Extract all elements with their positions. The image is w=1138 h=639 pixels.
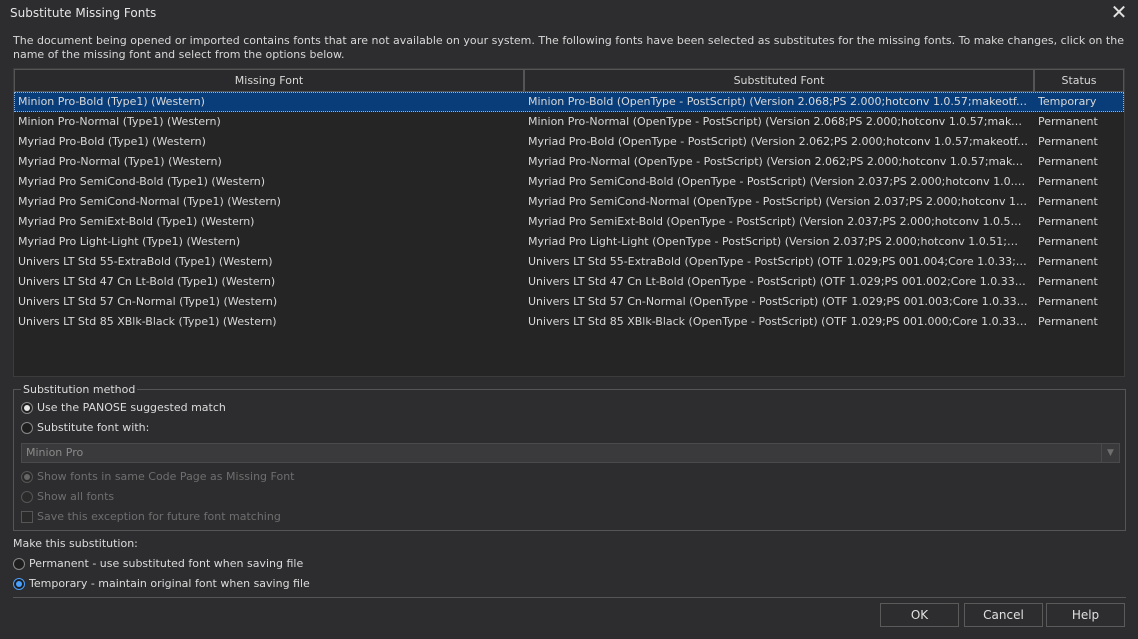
font-table: Missing Font Substituted Font Status Min…: [13, 68, 1125, 377]
save-exception-checkbox[interactable]: [21, 511, 33, 523]
missing-font-cell: Myriad Pro SemiCond-Normal (Type1) (West…: [18, 195, 281, 208]
table-row[interactable]: Myriad Pro Light-Light (Type1) (Western)…: [14, 232, 1124, 252]
substituted-font-cell: Univers LT Std 47 Cn Lt-Bold (OpenType -…: [528, 275, 1028, 288]
make-substitution-label: Make this substitution:: [13, 537, 138, 550]
substituted-font-cell: Myriad Pro SemiCond-Normal (OpenType - P…: [528, 195, 1028, 208]
table-row[interactable]: Myriad Pro SemiCond-Normal (Type1) (West…: [14, 192, 1124, 212]
missing-font-cell: Univers LT Std 57 Cn-Normal (Type1) (Wes…: [18, 295, 278, 308]
missing-font-cell: Myriad Pro-Normal (Type1) (Western): [18, 155, 222, 168]
table-row[interactable]: Myriad Pro-Bold (Type1) (Western) Myriad …: [14, 132, 1124, 152]
temporary-label: Temporary - maintain original font when …: [29, 577, 310, 590]
substitute-with-label: Substitute font with:: [37, 421, 150, 434]
status-cell: Permanent: [1038, 275, 1098, 288]
missing-font-cell: Univers LT Std 85 XBlk-Black (Type1) (We…: [18, 315, 277, 328]
same-code-page-option[interactable]: Show fonts in same Code Page as Missing …: [21, 469, 295, 485]
substituted-font-cell: Univers LT Std 57 Cn-Normal (OpenType - …: [528, 295, 1028, 308]
substituted-font-cell: Univers LT Std 85 XBlk-Black (OpenType -…: [528, 315, 1028, 328]
substitute-with-radio[interactable]: [21, 422, 33, 434]
table-row[interactable]: Univers LT Std 55-ExtraBold (Type1) (Wes…: [14, 252, 1124, 272]
status-cell: Temporary: [1038, 95, 1097, 108]
all-fonts-radio[interactable]: [21, 491, 33, 503]
save-exception-label: Save this exception for future font matc…: [37, 510, 281, 523]
status-cell: Permanent: [1038, 175, 1098, 188]
permanent-radio[interactable]: [13, 558, 25, 570]
missing-font-cell: Myriad Pro SemiCond-Bold (Type1) (Wester…: [18, 175, 266, 188]
status-cell: Permanent: [1038, 215, 1098, 228]
column-header-status[interactable]: Status: [1034, 69, 1124, 92]
divider: [13, 597, 1126, 598]
status-cell: Permanent: [1038, 315, 1098, 328]
missing-font-cell: Myriad Pro SemiExt-Bold (Type1) (Western…: [18, 215, 255, 228]
missing-font-cell: Minion Pro-Normal (Type1) (Western): [18, 115, 221, 128]
substitution-method-legend: Substitution method: [21, 383, 138, 396]
table-row[interactable]: Minion Pro-Bold (Type1) (Western) Minion …: [14, 92, 1124, 112]
table-row[interactable]: Univers LT Std 85 XBlk-Black (Type1) (We…: [14, 312, 1124, 332]
window-title: Substitute Missing Fonts: [10, 6, 157, 20]
permanent-option[interactable]: Permanent - use substituted font when sa…: [13, 556, 303, 572]
substituted-font-cell: Minion Pro-Bold (OpenType - PostScript) …: [528, 95, 1028, 108]
column-header-substituted-font[interactable]: Substituted Font: [524, 69, 1034, 92]
substituted-font-cell: Myriad Pro SemiCond-Bold (OpenType - Pos…: [528, 175, 1028, 188]
same-code-page-radio[interactable]: [21, 471, 33, 483]
all-fonts-option[interactable]: Show all fonts: [21, 489, 114, 505]
table-body: Minion Pro-Bold (Type1) (Western) Minion …: [14, 92, 1124, 332]
substituted-font-cell: Univers LT Std 55-ExtraBold (OpenType - …: [528, 255, 1028, 268]
missing-font-cell: Univers LT Std 55-ExtraBold (Type1) (Wes…: [18, 255, 273, 268]
substitute-with-option[interactable]: Substitute font with:: [21, 420, 149, 436]
substituted-font-cell: Myriad Pro-Bold (OpenType - PostScript) …: [528, 135, 1028, 148]
status-cell: Permanent: [1038, 155, 1098, 168]
table-row[interactable]: Myriad Pro-Normal (Type1) (Western) Myria…: [14, 152, 1124, 172]
temporary-option[interactable]: Temporary - maintain original font when …: [13, 576, 310, 592]
chevron-down-icon[interactable]: ▼: [1101, 444, 1119, 462]
save-exception-option[interactable]: Save this exception for future font matc…: [21, 509, 281, 525]
substituted-font-cell: Myriad Pro-Normal (OpenType - PostScript…: [528, 155, 1028, 168]
table-row[interactable]: Myriad Pro SemiExt-Bold (Type1) (Western…: [14, 212, 1124, 232]
all-fonts-label: Show all fonts: [37, 490, 115, 503]
cancel-button[interactable]: Cancel: [964, 603, 1043, 627]
ok-button[interactable]: OK: [880, 603, 959, 627]
column-header-missing-font[interactable]: Missing Font: [14, 69, 524, 92]
missing-font-cell: Univers LT Std 47 Cn Lt-Bold (Type1) (We…: [18, 275, 276, 288]
panose-radio[interactable]: [21, 402, 33, 414]
missing-font-cell: Myriad Pro-Bold (Type1) (Western): [18, 135, 206, 148]
substituted-font-cell: Myriad Pro SemiExt-Bold (OpenType - Post…: [528, 215, 1028, 228]
substitution-method-group: Substitution method Use the PANOSE sugge…: [13, 383, 1126, 531]
status-cell: Permanent: [1038, 295, 1098, 308]
substitute-font-value: Minion Pro: [26, 446, 84, 459]
close-icon[interactable]: ✕: [1108, 2, 1130, 22]
intro-text: The document being opened or imported co…: [13, 34, 1124, 61]
missing-font-cell: Myriad Pro Light-Light (Type1) (Western): [18, 235, 241, 248]
substituted-font-cell: Myriad Pro Light-Light (OpenType - PostS…: [528, 235, 1028, 248]
status-cell: Permanent: [1038, 255, 1098, 268]
title-bar: Substitute Missing Fonts ✕: [0, 0, 1138, 26]
permanent-label: Permanent - use substituted font when sa…: [29, 557, 304, 570]
temporary-radio[interactable]: [13, 578, 25, 590]
panose-option[interactable]: Use the PANOSE suggested match: [21, 400, 226, 416]
missing-font-cell: Minion Pro-Bold (Type1) (Western): [18, 95, 205, 108]
table-row[interactable]: Minion Pro-Normal (Type1) (Western) Minio…: [14, 112, 1124, 132]
help-button[interactable]: Help: [1046, 603, 1125, 627]
status-cell: Permanent: [1038, 235, 1098, 248]
panose-label: Use the PANOSE suggested match: [37, 401, 226, 414]
status-cell: Permanent: [1038, 195, 1098, 208]
status-cell: Permanent: [1038, 135, 1098, 148]
substituted-font-cell: Minion Pro-Normal (OpenType - PostScript…: [528, 115, 1028, 128]
table-row[interactable]: Myriad Pro SemiCond-Bold (Type1) (Wester…: [14, 172, 1124, 192]
same-code-page-label: Show fonts in same Code Page as Missing …: [37, 470, 295, 483]
status-cell: Permanent: [1038, 115, 1098, 128]
table-header: Missing Font Substituted Font Status: [14, 69, 1124, 92]
table-row[interactable]: Univers LT Std 47 Cn Lt-Bold (Type1) (We…: [14, 272, 1124, 292]
substitute-font-combo[interactable]: Minion Pro ▼: [21, 443, 1120, 463]
table-row[interactable]: Univers LT Std 57 Cn-Normal (Type1) (Wes…: [14, 292, 1124, 312]
